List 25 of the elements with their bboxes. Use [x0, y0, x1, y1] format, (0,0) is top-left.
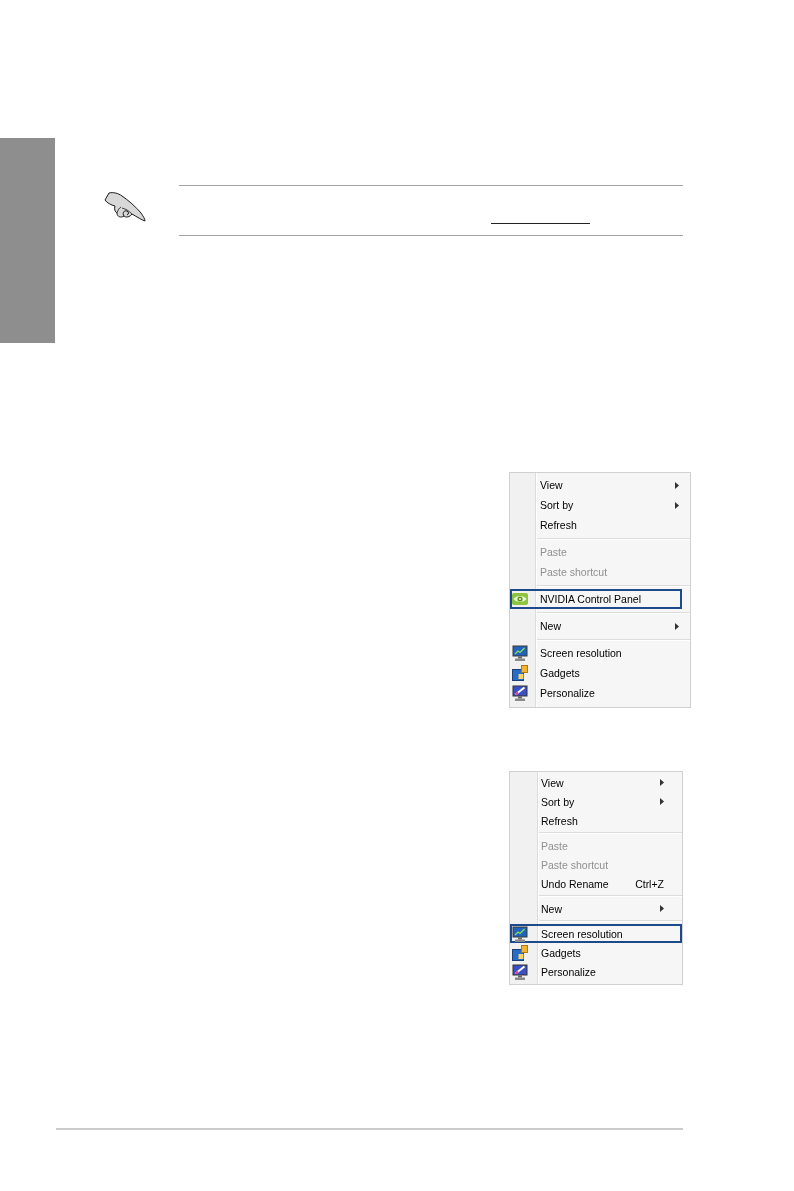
monitor-icon: [512, 925, 528, 942]
menu-item[interactable]: View: [510, 475, 682, 495]
window-tiles-icon: [512, 665, 528, 681]
menu-item[interactable]: New: [510, 899, 682, 918]
menu-item[interactable]: Personalize: [510, 962, 682, 981]
pointing-hand-icon: [104, 191, 146, 222]
menu-item[interactable]: Sort by: [510, 792, 682, 811]
monitor-brush-icon: [512, 685, 528, 701]
menu-item[interactable]: NVIDIA Control Panel: [510, 589, 682, 609]
window-tiles-icon: [512, 944, 528, 961]
menu-item[interactable]: Sort by: [510, 495, 682, 515]
menu-item[interactable]: Screen resolution: [510, 924, 682, 943]
monitor-icon: [512, 645, 528, 661]
eye-logo-icon: [512, 593, 528, 605]
keyboard-shortcut: Ctrl+Z: [635, 877, 664, 890]
menu-item[interactable]: Refresh: [510, 515, 682, 535]
menu-item[interactable]: Gadgets: [510, 943, 682, 962]
menu-item[interactable]: Refresh: [510, 811, 682, 830]
menu-item[interactable]: Gadgets: [510, 663, 682, 683]
menu-item[interactable]: Screen resolution: [510, 643, 682, 663]
menu-item[interactable]: Personalize: [510, 683, 682, 703]
menu-item[interactable]: View: [510, 773, 682, 792]
menu-item[interactable]: Undo Rename Ctrl+Z: [510, 874, 682, 893]
monitor-brush-icon: [512, 963, 528, 980]
menu-item[interactable]: New: [510, 616, 682, 636]
